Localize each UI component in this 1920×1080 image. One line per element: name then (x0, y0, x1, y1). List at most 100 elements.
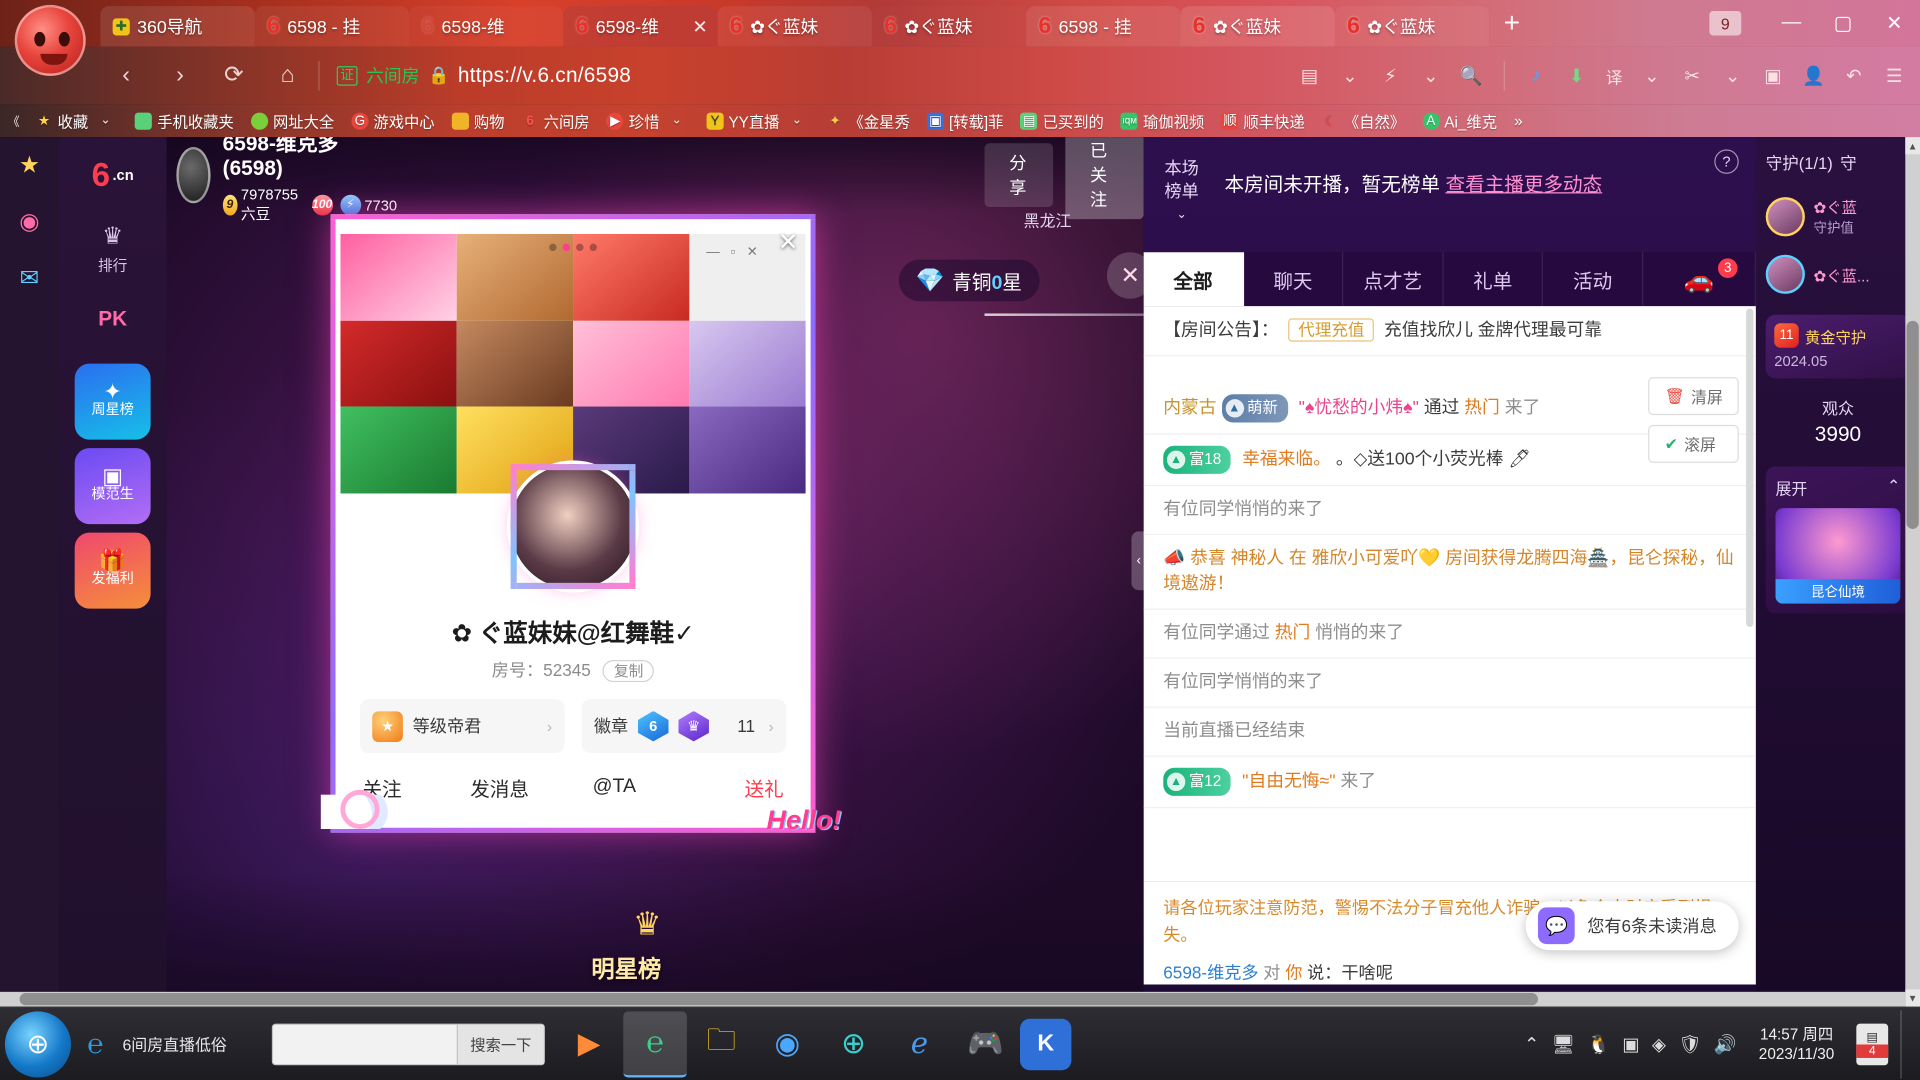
carousel-dots[interactable] (549, 243, 597, 252)
send-gift-button[interactable]: 送礼 (744, 773, 783, 802)
bookmark-sf-express[interactable]: 顺 顺丰快递 (1213, 107, 1313, 134)
bookmark-ai-weike[interactable]: A Ai_维克 (1414, 107, 1506, 134)
last-sender-name[interactable]: 6598-维克多 (1163, 962, 1258, 982)
browser-tab-6[interactable]: 6 6598 - 挂 (1026, 6, 1181, 47)
tab-activity[interactable]: 活动 (1543, 252, 1644, 307)
promo-card[interactable]: 昆仑仙境 (1775, 508, 1901, 604)
undo-icon[interactable]: ↶ (1836, 57, 1873, 94)
window-icon[interactable]: ▣ (1755, 57, 1792, 94)
taskbar-ie-browser[interactable]: ℯ (888, 1011, 952, 1077)
favorites-icon[interactable]: ★ (0, 137, 59, 193)
shield-icon[interactable]: 🛡 (1678, 1033, 1701, 1055)
bookmark-six-rooms[interactable]: 6 六间房 (513, 107, 598, 134)
taskbar-chrome[interactable]: ◉ (756, 1011, 820, 1077)
taskbar-window-title[interactable]: 6间房直播低俗 (122, 1032, 266, 1055)
nav-card-weekly-star[interactable]: ✦ 周星榜 (74, 363, 151, 440)
home-button[interactable]: ⌂ (267, 54, 309, 96)
taskbar-edge-browser[interactable]: ℮ (623, 1010, 687, 1077)
user-icon[interactable]: 👤 (1795, 57, 1832, 94)
nav-item-pk[interactable]: PK (59, 284, 167, 355)
carousel-dot[interactable] (589, 243, 597, 252)
video-stage[interactable]: 6598-维克多(6598) 9 7978755 六豆 100 ⚡ 7730 分… (166, 137, 1144, 1007)
reader-icon[interactable]: ▤ (1291, 57, 1328, 94)
bookmark-overflow[interactable]: » (1506, 107, 1532, 134)
back-button[interactable]: ‹ (105, 54, 147, 96)
screenshot-icon[interactable]: ✂ (1674, 57, 1711, 94)
tray-app1-icon[interactable]: ▣ (1622, 1033, 1639, 1055)
message-nickname[interactable]: "自由无悔≈" (1242, 772, 1335, 792)
notification-center-button[interactable]: ▤ 4 (1856, 1023, 1889, 1065)
message-nickname[interactable]: "♠忧愁的小炜♠" (1299, 398, 1419, 418)
page-vertical-scrollbar[interactable]: ▲ ▼ (1905, 137, 1920, 1007)
show-desktop-button[interactable] (1900, 1009, 1912, 1079)
taskbar-kugou[interactable]: K (1020, 1018, 1072, 1070)
message-nickname[interactable]: 幸福来临。 (1242, 450, 1331, 470)
chat-collapse-handle[interactable]: ‹ (1131, 531, 1147, 591)
chevron-down-2-icon[interactable]: ⌄ (1412, 57, 1449, 94)
chat-scrollbar[interactable] (1746, 308, 1754, 627)
chevron-down-icon[interactable]: ⌄ (1332, 57, 1369, 94)
chevron-down-4-icon[interactable]: ⌄ (1714, 57, 1751, 94)
close-button[interactable]: ✕ (1869, 0, 1920, 47)
browser-tab-5[interactable]: 6 ✿ぐ蓝妹 (872, 6, 1026, 46)
search-button[interactable]: 搜索一下 (456, 1024, 544, 1064)
address-bar[interactable]: 证 六间房 🔒 https://v.6.cn/6598 (329, 56, 1291, 95)
browser-tab-2[interactable]: 6 6598-维 (408, 6, 564, 47)
scrollbar-thumb[interactable] (19, 993, 1538, 1006)
gold-guard-card[interactable]: 11 黄金守护 2024.05 (1765, 314, 1911, 379)
unread-messages-toast[interactable]: 💬 您有6条未读消息 (1525, 901, 1739, 951)
share-button[interactable]: 分享 (984, 143, 1054, 207)
scroll-up-arrow[interactable]: ▲ (1905, 137, 1920, 155)
mail-icon[interactable]: ✉ (0, 250, 59, 306)
bookmark-purchased[interactable]: ▤ 已买到的 (1012, 107, 1112, 134)
url-text[interactable]: https://v.6.cn/6598 (458, 63, 631, 87)
carousel-dot-active[interactable] (562, 243, 571, 252)
follow-button[interactable]: 已关注 (1065, 137, 1144, 220)
lightning-icon[interactable]: ⚡ (1372, 57, 1409, 94)
profile-card-close-icon[interactable]: ✕ (778, 227, 799, 258)
monitor-icon[interactable]: 🖥 (1552, 1033, 1575, 1055)
sound-icon[interactable]: ♪ (1518, 57, 1555, 94)
menu-icon[interactable]: ☰ (1876, 57, 1913, 94)
horizontal-scrollbar[interactable] (0, 991, 1906, 1007)
start-button[interactable]: ⊕ (4, 1010, 72, 1077)
chevron-down-icon[interactable]: ⌄ (93, 114, 118, 127)
bookmark-shopping[interactable]: 购物 (443, 107, 513, 134)
show-hidden-icons[interactable]: ⌃ (1524, 1033, 1539, 1055)
qq-icon[interactable]: 🐧 (1587, 1033, 1610, 1055)
tab-close-icon[interactable]: ✕ (692, 15, 707, 38)
guard-row[interactable]: ✿ぐ蓝... (1756, 246, 1920, 302)
browser-tab-4[interactable]: 6 ✿ぐ蓝妹 (717, 6, 872, 47)
taskbar-media-player[interactable]: ▶ (557, 1011, 621, 1077)
browser-tab-active[interactable]: 6 6598-维 ✕ (563, 6, 718, 47)
badge-emblems[interactable]: 徽章 6 ♛ 11 › (581, 699, 787, 754)
bookmark-favorites[interactable]: ★ 收藏 ⌄ (27, 107, 127, 134)
tab-count-badge[interactable]: 9 (1709, 11, 1742, 36)
guard-avatar[interactable] (1765, 196, 1805, 236)
nav-item-ranking[interactable]: ♛ 排行 (59, 213, 167, 284)
site-logo[interactable]: 6 .cn (59, 137, 167, 213)
profile-avatar[interactable] (510, 464, 636, 589)
chevron-down-icon[interactable]: ⌄ (664, 114, 689, 127)
download-icon[interactable]: ⬇ (1558, 57, 1595, 94)
guard-row[interactable]: ✿ぐ蓝 守护值 (1756, 186, 1920, 246)
minimize-button[interactable]: — (1766, 0, 1817, 47)
browser-tab-1[interactable]: 6 6598 - 挂 (254, 6, 409, 47)
taskbar-window-icon[interactable]: ℮ (71, 1010, 120, 1079)
bookmark-yoga-video[interactable]: ıqм 瑜伽视频 (1112, 107, 1212, 134)
scroll-down-arrow[interactable]: ▼ (1905, 989, 1920, 1007)
nav-card-model-student[interactable]: ▣ 模范生 (74, 448, 151, 525)
bookmark-nature[interactable]: ☾ 《自然》 (1313, 107, 1413, 134)
eye-icon[interactable]: ◉ (0, 193, 59, 249)
bookmark-jinxing-show[interactable]: ✦ 《金星秀 (818, 107, 918, 134)
search-icon[interactable]: 🔍 (1453, 57, 1490, 94)
tab-gift-list[interactable]: 礼单 (1443, 252, 1544, 307)
badge-level-emperor[interactable]: ★ 等级帝君 › (360, 699, 565, 754)
bookmark-game-center[interactable]: G 游戏中心 (343, 107, 443, 134)
help-icon[interactable]: ? (1714, 149, 1739, 174)
bookmark-yy-live[interactable]: Y YY直播 ⌄ (698, 107, 818, 134)
forward-button[interactable]: › (159, 54, 201, 96)
taskbar-360-browser[interactable]: ⊕ (822, 1011, 886, 1077)
maximize-button[interactable]: ▢ (1817, 0, 1868, 47)
tray-app2-icon[interactable]: ◈ (1652, 1033, 1666, 1055)
